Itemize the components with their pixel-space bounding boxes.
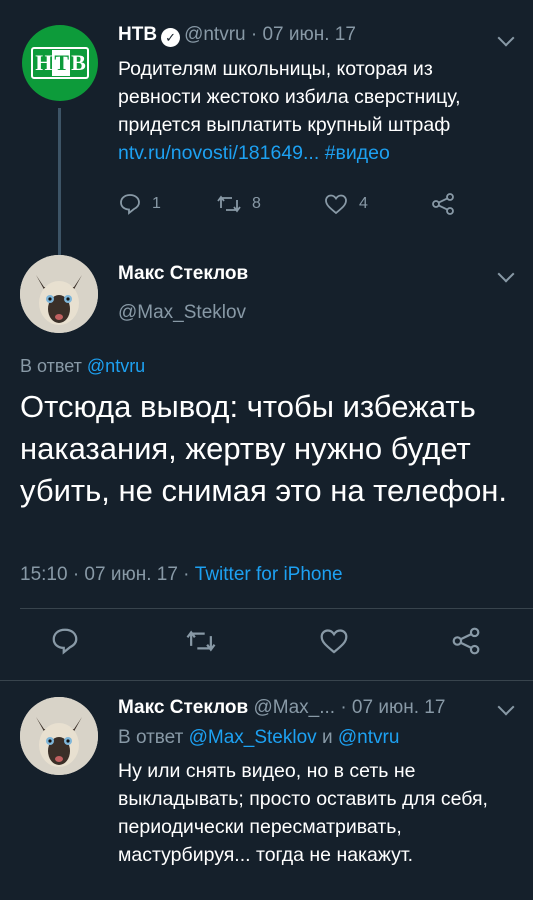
logo-letter: В <box>71 50 86 75</box>
logo-letter: Т <box>52 50 71 76</box>
tweet2-reply-button[interactable] <box>50 626 80 656</box>
retweet-icon <box>217 195 241 213</box>
avatar[interactable] <box>20 255 98 333</box>
like-icon <box>325 194 347 215</box>
tweet2-meta: 15:10 · 07 июн. 17 · Twitter for iPhone <box>20 564 343 586</box>
like-icon <box>320 629 348 654</box>
tweet3-date[interactable]: · 07 июн. 17 <box>340 697 445 718</box>
retweet-count: 8 <box>252 195 261 212</box>
share-icon <box>452 627 480 655</box>
like-count: 4 <box>359 195 368 212</box>
reply-prefix: В ответ <box>118 727 184 748</box>
logo-letter: Н <box>35 50 52 75</box>
tweet2-like-button[interactable] <box>318 626 350 656</box>
tweet1-text: Родителям школьницы, которая из ревности… <box>118 58 461 136</box>
tweet1-author-name[interactable]: НТВ <box>118 24 157 45</box>
tweet2-text: Отсюда вывод: чтобы избежать наказания, … <box>20 389 508 508</box>
tweet3-text: Ну или снять видео, но в сеть не выклады… <box>118 760 488 866</box>
tweet1-actions: 1 8 4 <box>118 192 458 220</box>
reply-mention[interactable]: @ntvru <box>87 356 145 376</box>
tweet3-reply-context: В ответ @Max_Steklov и @ntvru <box>118 727 399 749</box>
tweet1-retweet-button[interactable]: 8 <box>216 192 261 216</box>
tweet2-author-name[interactable]: Макс Стеклов <box>118 263 248 285</box>
reply-mention[interactable]: @Max_Steklov <box>189 727 317 748</box>
verified-icon: ✓ <box>161 28 181 47</box>
tweet1-link[interactable]: ntv.ru/novosti/181649... <box>118 142 319 164</box>
tweet2-reply-context: В ответ @ntvru <box>20 356 145 377</box>
reply-icon <box>120 194 140 215</box>
reply-icon <box>52 628 78 655</box>
chevron-down-icon[interactable] <box>497 698 515 716</box>
cat-avatar-image <box>20 255 98 333</box>
tweet2-actions <box>0 622 533 662</box>
retweet-icon <box>186 630 216 652</box>
tweet2-timestamp[interactable]: 15:10 · 07 июн. 17 · <box>20 564 190 585</box>
divider <box>20 608 533 609</box>
tweet1-header: НТВ ✓ @ntvru · 07 июн. 17 <box>118 24 356 47</box>
tweet3-header: Макс Стеклов @Max_... · 07 июн. 17 <box>118 697 445 719</box>
tweet1-share-button[interactable] <box>430 192 456 216</box>
reply-mention[interactable]: @ntvru <box>338 727 400 748</box>
chevron-down-icon[interactable] <box>497 265 515 283</box>
tweet2-handle[interactable]: @Max_Steklov <box>118 302 246 324</box>
tweet1-hashtag[interactable]: #видео <box>325 142 390 164</box>
reply-prefix: В ответ <box>20 356 82 376</box>
tweet1-handle[interactable]: @ntvru <box>184 24 246 45</box>
tweet3-handle[interactable]: @Max_... <box>253 697 335 718</box>
share-icon <box>432 193 454 215</box>
ntv-logo-mark: НТВ <box>31 47 89 79</box>
reply-conjunction: и <box>321 727 333 748</box>
reply-count: 1 <box>152 195 161 212</box>
tweet2-retweet-button[interactable] <box>185 626 217 656</box>
cat-avatar-image <box>20 697 98 775</box>
ntv-avatar[interactable]: НТВ <box>22 25 98 101</box>
tweet3-author-name[interactable]: Макс Стеклов <box>118 697 248 718</box>
divider <box>0 680 533 681</box>
tweet1-reply-button[interactable]: 1 <box>118 192 161 216</box>
tweet2-share-button[interactable] <box>450 626 482 656</box>
thread-connector <box>58 108 61 258</box>
tweet2-client[interactable]: Twitter for iPhone <box>195 564 343 585</box>
tweet1-date[interactable]: · 07 июн. 17 <box>251 24 356 45</box>
tweet1-like-button[interactable]: 4 <box>323 192 368 216</box>
chevron-down-icon[interactable] <box>497 29 515 47</box>
avatar[interactable] <box>20 697 98 775</box>
tweet1-body: Родителям школьницы, которая из ревности… <box>118 55 518 167</box>
